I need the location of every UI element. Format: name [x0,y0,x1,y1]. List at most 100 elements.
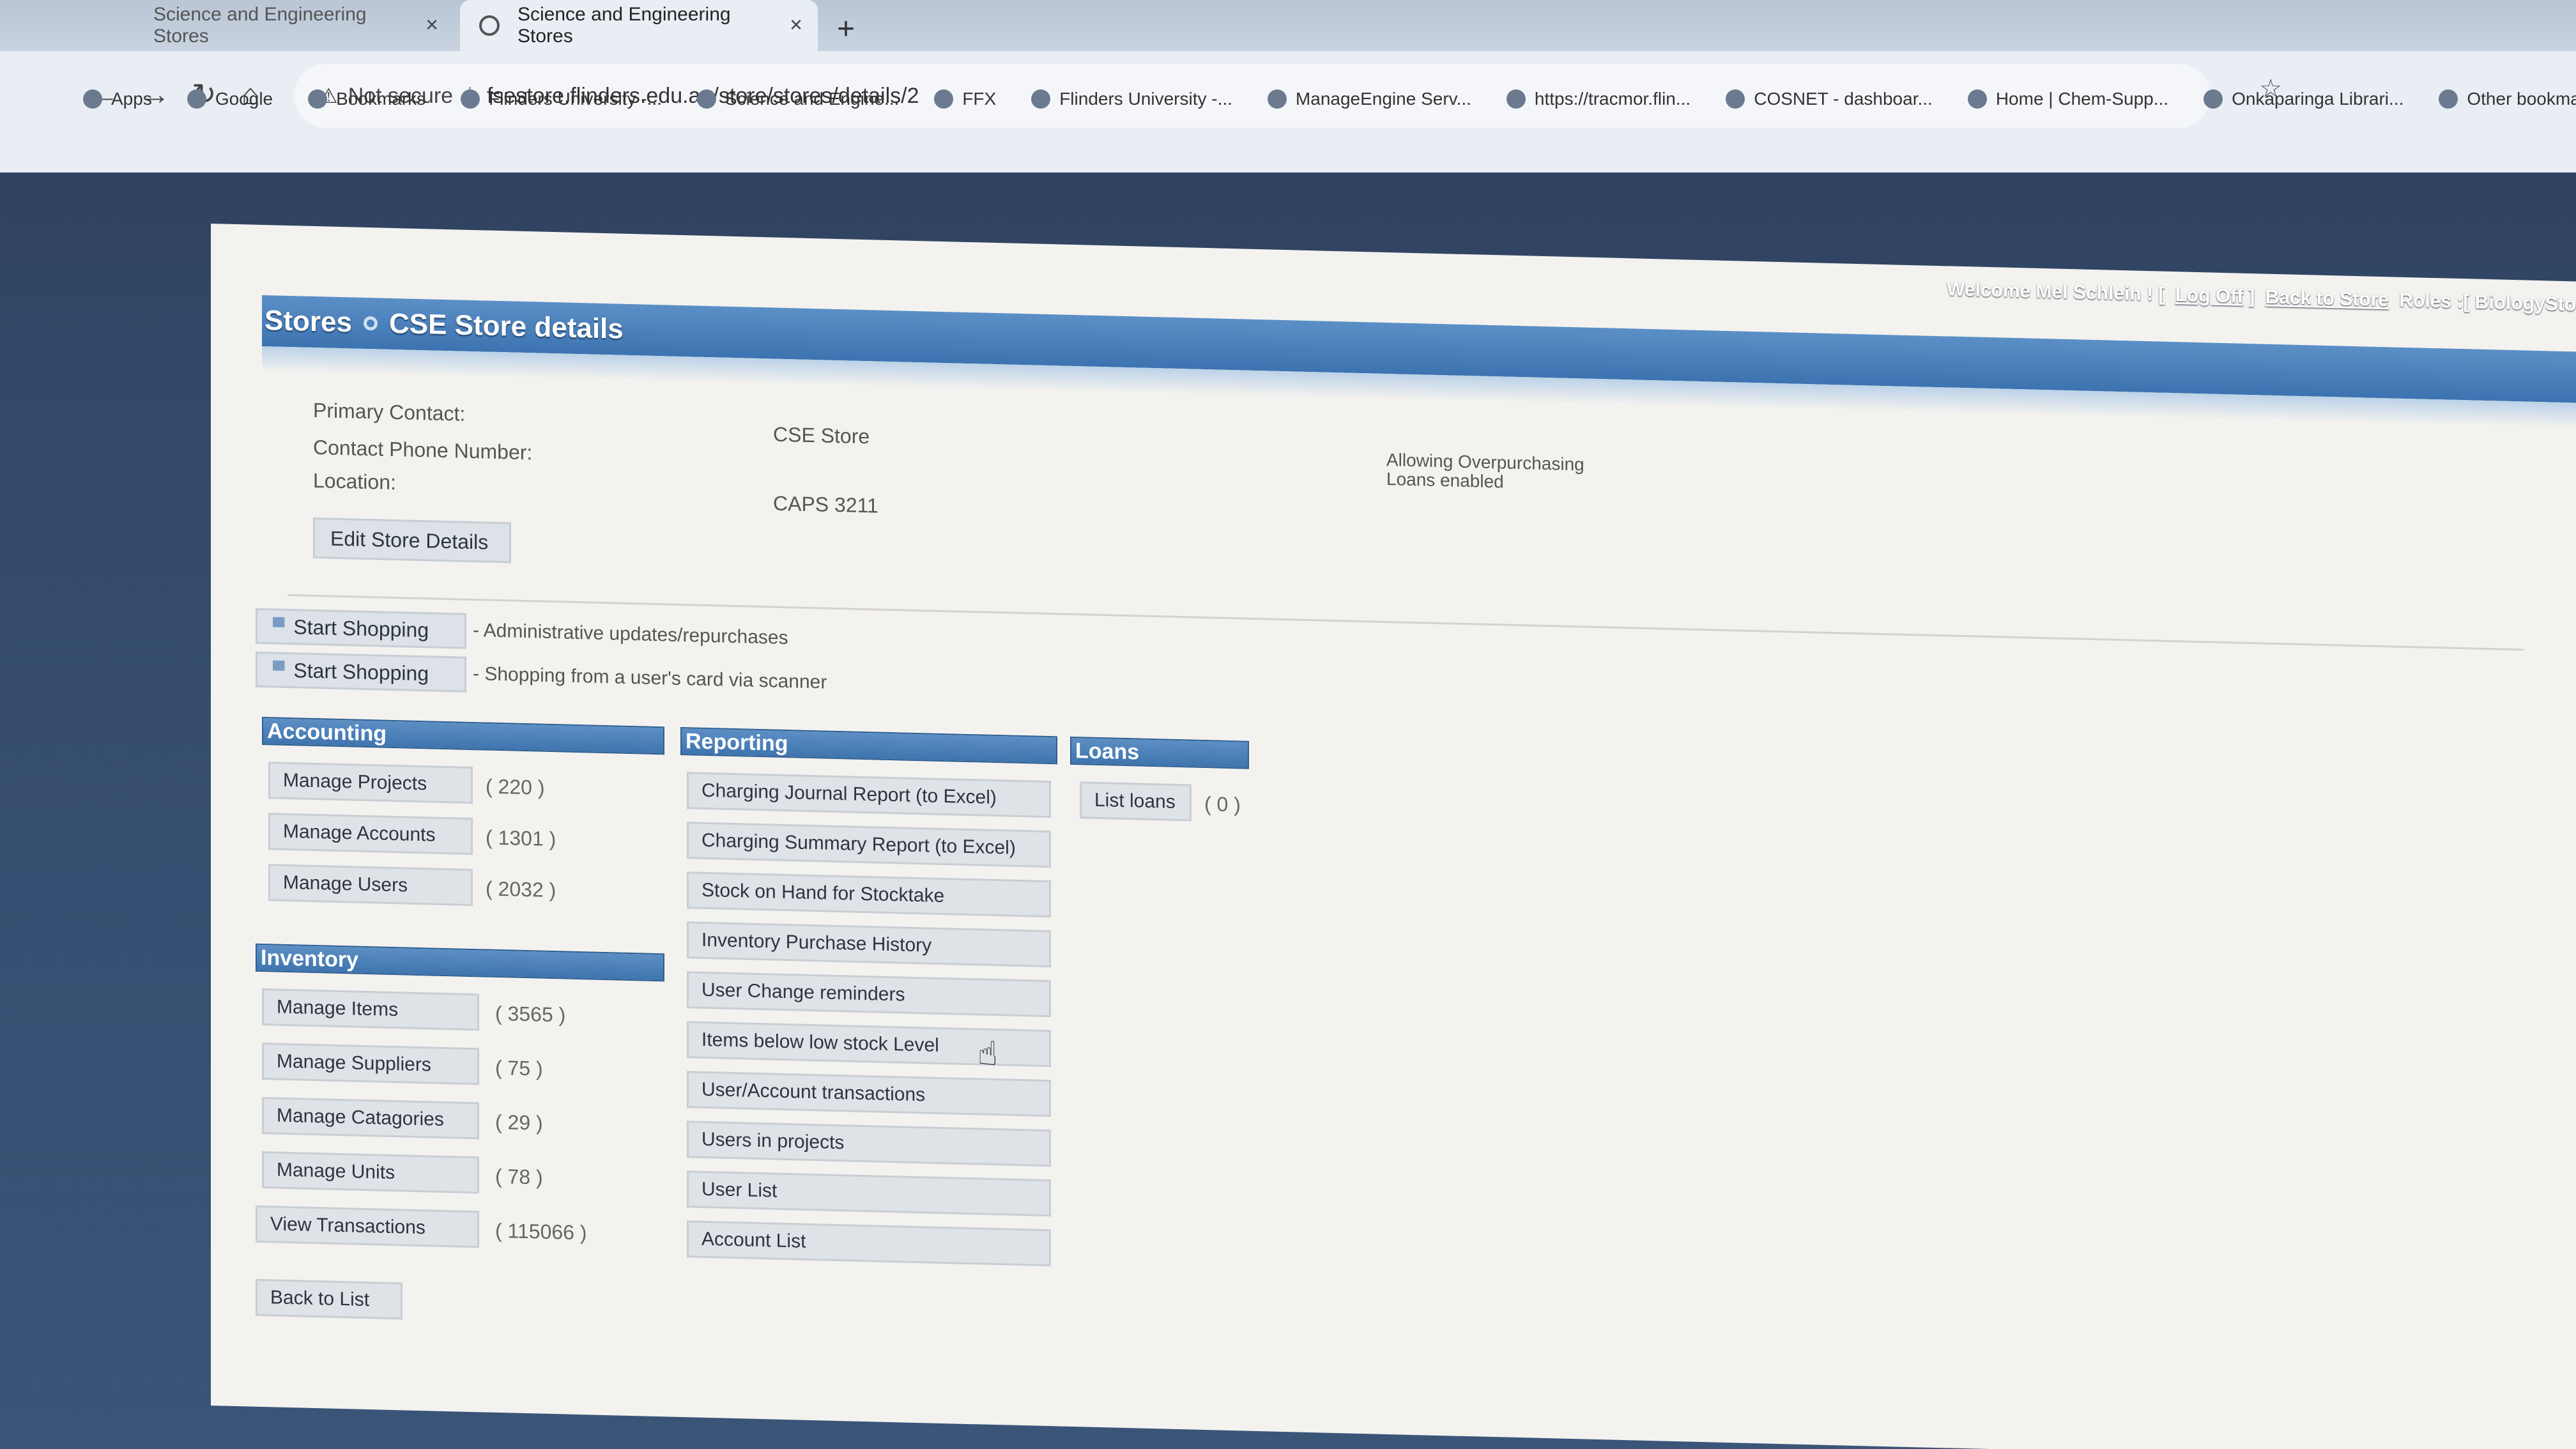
inventory-header: Inventory [256,943,664,982]
bookmarks-bar: Apps Google Bookmarks Flinders Universit… [83,80,2576,118]
globe-icon [479,15,500,36]
bookmark-flinders[interactable]: Flinders University -... [461,89,662,109]
tab-active[interactable]: Science and Engineering Stores × [460,0,818,51]
button-label: Manage Catagories [277,1105,444,1130]
bookmark-cosnet[interactable]: COSNET - dashboar... [1726,89,1933,109]
bookmark-label: ManageEngine Serv... [1295,89,1471,109]
breadcrumb-root[interactable]: Stores [264,305,352,339]
store-details: Primary Contact: Contact Phone Number: L… [288,385,2524,651]
stock-on-hand-button[interactable]: Stock on Hand for Stocktake [687,871,1051,918]
start-shopping-admin-button[interactable]: ▀ Start Shopping [256,608,466,649]
button-label: User/Account transactions [702,1078,926,1106]
button-label: Back to List [270,1287,370,1311]
user-list-button[interactable]: User List [687,1170,1051,1217]
log-off-link[interactable]: Log Off [2175,284,2244,307]
section-title: Accounting [267,718,387,746]
user-change-reminders-button[interactable]: User Change reminders [687,971,1051,1018]
bookmark-ffx[interactable]: FFX [934,89,996,109]
view-transactions-button[interactable]: View Transactions [256,1205,479,1248]
bookmark-label: https://tracmor.flin... [1534,89,1691,109]
manage-users-button[interactable]: Manage Users [268,864,473,907]
start-shopping-scanner-button[interactable]: ▀ Start Shopping [256,651,466,693]
projects-count: ( 220 ) [486,774,545,799]
button-label: Charging Journal Report (to Excel) [702,779,997,809]
button-label: View Transactions [270,1213,425,1239]
bookmark-label: Home | Chem-Supp... [1995,89,2169,109]
manage-units-button[interactable]: Manage Units [262,1151,479,1194]
button-label: Items below low stock Level [702,1029,939,1056]
bookmark-apps[interactable]: Apps [83,89,152,109]
user-account-transactions-button[interactable]: User/Account transactions [687,1071,1051,1117]
manage-accounts-button[interactable]: Manage Accounts [268,813,473,855]
button-label: Manage Projects [283,769,427,795]
button-label: List loans [1094,789,1176,813]
button-label: Charging Summary Report (to Excel) [702,829,1016,859]
bookmark-flinders-2[interactable]: Flinders University -... [1031,89,1232,109]
accounting-header: Accounting [262,716,664,755]
manage-suppliers-button[interactable]: Manage Suppliers [262,1042,479,1085]
bookmark-chem-supp[interactable]: Home | Chem-Supp... [1967,89,2169,109]
new-tab-icon[interactable]: + [837,12,855,47]
back-to-store-link[interactable]: Back to Store [2266,287,2389,311]
bookmark-google[interactable]: Google [187,89,273,109]
manage-projects-button[interactable]: Manage Projects [268,762,473,804]
tab-inactive[interactable]: Science and Engineering Stores × [96,0,454,51]
users-count: ( 2032 ) [486,877,556,902]
bookmark-label: FFX [962,89,997,109]
store-flags: Allowing Overpurchasing Loans enabled [1386,450,1584,494]
section-title: Inventory [261,945,359,972]
items-count: ( 3565 ) [495,1001,566,1027]
bookmark-label: Apps [111,89,152,109]
bookmark-bookmarks[interactable]: Bookmarks [308,89,425,109]
users-in-projects-button[interactable]: Users in projects [687,1121,1051,1167]
button-label: Manage Suppliers [277,1050,431,1076]
section-title: Loans [1075,738,1140,765]
store-name-value: CSE Store [773,422,870,448]
globe-icon [1267,89,1287,109]
bookmark-label: Bookmarks [336,89,426,109]
button-label: Stock on Hand for Stocktake [702,879,945,907]
reporting-header: Reporting [680,726,1057,765]
bookmark-tracmor[interactable]: https://tracmor.flin... [1506,89,1690,109]
bookmark-manageengine[interactable]: ManageEngine Serv... [1267,89,1471,109]
account-list-button[interactable]: Account List [687,1220,1051,1267]
apps-icon [83,89,102,109]
inventory-purchase-history-button[interactable]: Inventory Purchase History [687,921,1051,968]
charging-journal-report-button[interactable]: Charging Journal Report (to Excel) [687,772,1051,818]
button-label: Edit Store Details [330,526,489,554]
transactions-count: ( 115066 ) [495,1218,587,1245]
tab-strip: Science and Engineering Stores × Science… [0,0,2576,51]
globe-icon [461,89,480,109]
section-title: Reporting [686,728,788,756]
list-loans-button[interactable]: List loans [1080,781,1192,822]
hand-cursor-icon: ☝ [977,1035,998,1073]
button-label: Start Shopping [293,615,429,641]
bookmark-other[interactable]: Other bookmarks [2439,89,2576,109]
loans-count: ( 0 ) [1204,792,1241,816]
loans-header: Loans [1070,736,1249,769]
globe-icon [1031,89,1051,109]
bookmark-label: Flinders University -... [1059,89,1232,109]
globe-icon [696,89,716,109]
bookmark-label: Other bookmarks [2467,89,2576,109]
charging-summary-report-button[interactable]: Charging Summary Report (to Excel) [687,822,1051,868]
star-icon [308,89,328,109]
button-label: Manage Units [277,1159,395,1184]
button-label: Users in projects [702,1128,845,1154]
location-value: CAPS 3211 [773,491,878,518]
bookmark-science[interactable]: Science and Engine... [696,89,899,109]
manage-categories-button[interactable]: Manage Catagories [262,1096,479,1140]
button-label: Start Shopping [293,658,429,685]
bookmark-onkaparinga[interactable]: Onkaparinga Librari... [2204,89,2404,109]
manage-items-button[interactable]: Manage Items [262,988,479,1031]
close-icon[interactable]: × [425,13,438,38]
welcome-text: Welcome Mel Schlein ! [ [1947,279,2165,305]
roles-text: Roles :[ BiologySto [2399,289,2576,316]
tab-label: Science and Engineering Stores [518,4,731,47]
close-icon[interactable]: × [790,13,802,38]
back-to-list-button[interactable]: Back to List [256,1278,402,1320]
edit-store-details-button[interactable]: Edit Store Details [313,517,511,564]
suppliers-count: ( 75 ) [495,1055,543,1080]
cart-icon: ▀ [273,616,285,636]
globe-icon [1967,89,1987,109]
